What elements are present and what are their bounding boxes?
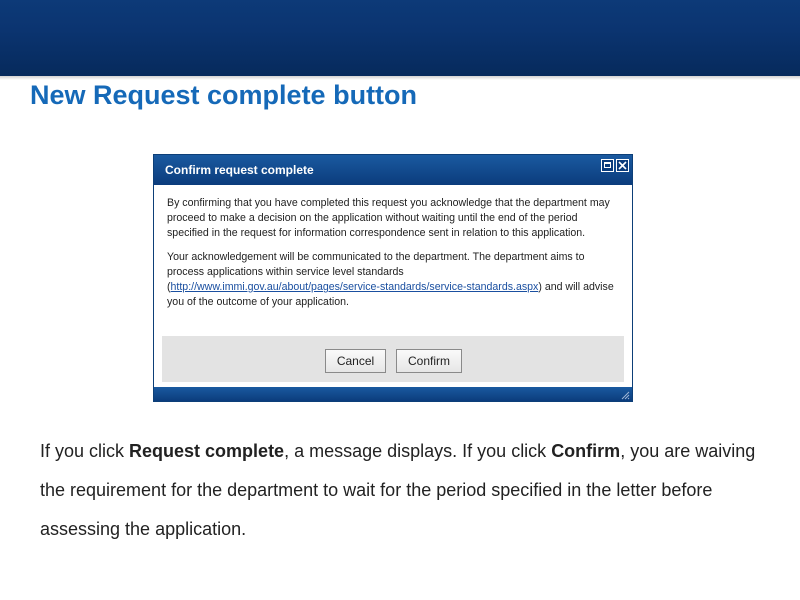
dialog-title: Confirm request complete [165, 163, 314, 177]
cancel-button[interactable]: Cancel [325, 349, 386, 373]
header-band [0, 0, 800, 80]
close-icon[interactable] [616, 159, 629, 172]
service-standards-link[interactable]: http://www.immi.gov.au/about/pages/servi… [171, 281, 539, 293]
dialog-button-bar: Cancel Confirm [162, 336, 624, 382]
dialog-message: By confirming that you have completed th… [167, 196, 617, 319]
caption-bold-confirm: Confirm [551, 441, 621, 461]
confirm-dialog: Confirm request complete By confirming t… [153, 154, 633, 402]
slide-caption: If you click Request complete, a message… [40, 432, 780, 549]
resize-grip-icon[interactable] [620, 390, 630, 400]
page-title: New Request complete button [30, 80, 418, 110]
dialog-footer [154, 387, 632, 401]
dialog-titlebar[interactable]: Confirm request complete [154, 155, 632, 185]
confirm-button[interactable]: Confirm [396, 349, 462, 373]
maximize-icon[interactable] [601, 159, 614, 172]
dialog-paragraph-1: By confirming that you have completed th… [167, 197, 610, 239]
caption-text-1: If you click [40, 441, 130, 461]
dialog-paragraph-2: Your acknowledgement will be communicate… [167, 250, 617, 310]
caption-text-2: , a message displays. If you click [284, 441, 552, 461]
caption-bold-request-complete: Request complete [129, 441, 285, 461]
